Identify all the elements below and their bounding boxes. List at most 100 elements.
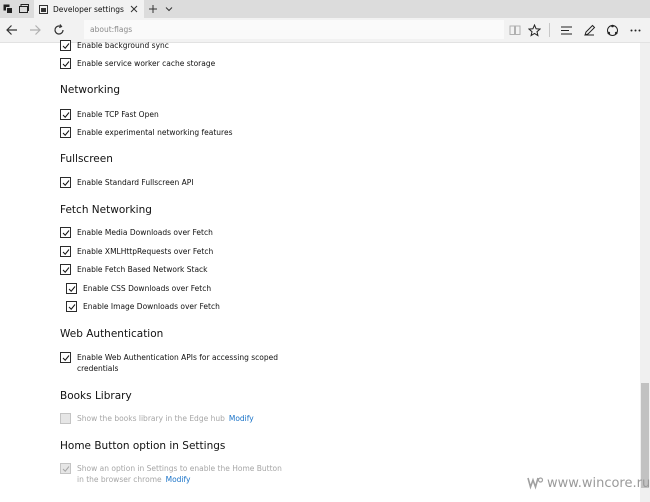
option-label: Show an option in Settings to enable the…: [77, 463, 282, 485]
checkmark-icon: [62, 111, 69, 118]
section-heading-home-button: Home Button option in Settings: [60, 440, 226, 452]
forward-arrow-icon: [30, 25, 41, 35]
pen-icon: [583, 24, 595, 36]
vertical-scrollbar[interactable]: [640, 43, 650, 502]
checkmark-icon: [68, 303, 75, 310]
option-tcp-fast-open[interactable]: Enable TCP Fast Open: [60, 109, 159, 120]
option-label: Enable service worker cache storage: [77, 58, 216, 68]
back-arrow-icon: [6, 25, 17, 35]
tab-preview-icon: [3, 4, 13, 14]
section-heading-fetch-networking: Fetch Networking: [60, 204, 152, 216]
option-label: Show the books library in the Edge hub Mo…: [77, 413, 254, 424]
page-favicon-icon: [39, 4, 48, 14]
favorite-button[interactable]: [527, 23, 541, 37]
wincore-logo-icon: [527, 477, 544, 490]
more-dots-icon: [630, 29, 640, 31]
set-tabs-aside-button[interactable]: [16, 0, 32, 18]
checkmark-icon: [62, 179, 69, 186]
option-label: Enable background sync: [77, 40, 169, 50]
checkbox[interactable]: [60, 109, 71, 120]
checkmark-icon: [62, 60, 69, 67]
flags-page: Enable background sync Enable service wo…: [0, 40, 640, 502]
plus-icon: [149, 5, 157, 13]
option-label-line: credentials: [77, 363, 119, 373]
section-heading-networking: Networking: [60, 84, 121, 96]
checkbox[interactable]: [66, 283, 77, 294]
checkbox[interactable]: [60, 127, 71, 138]
book-icon: [509, 25, 521, 35]
option-label: Enable Standard Fullscreen API: [77, 177, 194, 187]
checkbox[interactable]: [66, 301, 77, 312]
option-service-worker-cache[interactable]: Enable service worker cache storage: [60, 58, 215, 69]
option-label-text: Show the books library in the Edge hub: [77, 413, 225, 423]
checkbox[interactable]: [60, 58, 71, 69]
web-note-button[interactable]: [582, 23, 596, 37]
option-image-downloads-fetch[interactable]: Enable Image Downloads over Fetch: [66, 301, 220, 312]
checkbox[interactable]: [60, 177, 71, 188]
tab-title: Developer settings: [53, 4, 124, 14]
option-label: Enable Fetch Based Network Stack: [77, 264, 208, 274]
tabs-aside-icon: [19, 4, 29, 13]
new-tab-button[interactable]: [146, 0, 160, 18]
modify-link[interactable]: Modify: [166, 475, 191, 484]
share-button[interactable]: [605, 23, 619, 37]
checkbox[interactable]: [60, 40, 71, 51]
option-label-line: Show an option in Settings to enable the…: [77, 463, 282, 473]
checkmark-icon: [62, 129, 69, 136]
tab-developer-settings[interactable]: Developer settings: [34, 0, 144, 18]
scrollbar-thumb[interactable]: [641, 383, 649, 488]
share-icon: [606, 24, 618, 36]
option-label: Enable Image Downloads over Fetch: [83, 301, 220, 311]
refresh-button[interactable]: [52, 23, 66, 37]
option-web-authentication[interactable]: Enable Web Authentication APIs for acces…: [60, 352, 278, 374]
option-background-sync[interactable]: Enable background sync: [60, 40, 169, 51]
option-label: Enable Media Downloads over Fetch: [77, 227, 213, 237]
close-tab-icon[interactable]: [129, 4, 139, 14]
watermark-text: www.wincore.ru: [547, 475, 650, 491]
option-label: Enable TCP Fast Open: [77, 109, 159, 119]
checkbox[interactable]: [60, 352, 71, 363]
checkmark-icon: [62, 42, 69, 49]
option-label-line: in the browser chrome: [77, 474, 162, 484]
refresh-icon: [54, 24, 64, 35]
toolbar-divider: [549, 23, 550, 37]
option-experimental-networking[interactable]: Enable experimental networking features: [60, 127, 233, 138]
address-text: about:flags: [90, 25, 133, 34]
more-button[interactable]: [628, 23, 642, 37]
option-media-downloads-fetch[interactable]: Enable Media Downloads over Fetch: [60, 227, 213, 238]
watermark: www.wincore.ru: [526, 474, 650, 492]
modify-link[interactable]: Modify: [229, 414, 254, 423]
hub-icon: [560, 26, 572, 34]
section-heading-fullscreen: Fullscreen: [60, 153, 113, 165]
checkmark-icon: [68, 285, 75, 292]
option-books-library: Show the books library in the Edge hub Mo…: [60, 413, 254, 424]
checkmark-icon: [62, 266, 69, 273]
option-xhr-fetch[interactable]: Enable XMLHttpRequests over Fetch: [60, 246, 213, 257]
option-label: Enable experimental networking features: [77, 127, 233, 137]
option-label: Enable CSS Downloads over Fetch: [83, 283, 212, 293]
checkbox[interactable]: [60, 246, 71, 257]
checkbox[interactable]: [60, 264, 71, 275]
section-heading-web-authentication: Web Authentication: [60, 328, 164, 340]
checkmark-icon: [62, 248, 69, 255]
forward-button[interactable]: [28, 23, 42, 37]
checkmark-icon: [62, 354, 69, 361]
back-button[interactable]: [5, 23, 19, 37]
checkmark-icon: [62, 465, 69, 472]
address-bar[interactable]: about:flags: [84, 20, 504, 39]
title-bar: Developer settings: [0, 0, 650, 18]
checkbox-disabled: [60, 463, 71, 474]
checkbox-disabled: [60, 413, 71, 424]
option-css-downloads-fetch[interactable]: Enable CSS Downloads over Fetch: [66, 283, 211, 294]
reading-view-button[interactable]: [508, 23, 522, 37]
tab-preview-button[interactable]: [0, 0, 16, 18]
checkbox[interactable]: [60, 227, 71, 238]
option-standard-fullscreen[interactable]: Enable Standard Fullscreen API: [60, 177, 193, 188]
hub-button[interactable]: [559, 23, 573, 37]
tab-list-button[interactable]: [162, 0, 176, 18]
star-icon: [527, 23, 541, 37]
option-label: Enable XMLHttpRequests over Fetch: [77, 246, 214, 256]
option-label-line: Enable Web Authentication APIs for acces…: [77, 352, 278, 362]
option-fetch-network-stack[interactable]: Enable Fetch Based Network Stack: [60, 264, 208, 275]
option-home-button: Show an option in Settings to enable the…: [60, 463, 282, 485]
